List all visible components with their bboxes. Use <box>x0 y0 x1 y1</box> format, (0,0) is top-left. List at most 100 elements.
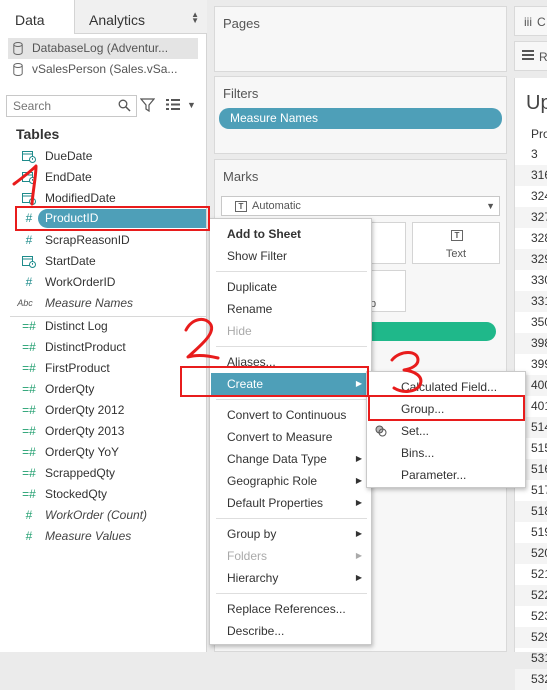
text-button-label: Text <box>445 248 467 260</box>
field-item[interactable]: DueDate <box>0 146 207 167</box>
menu-item-hide: Hide <box>227 324 252 338</box>
field-item[interactable]: =# OrderQty <box>0 379 207 400</box>
measure-hash-icon: =# <box>22 382 36 396</box>
menu-item-convert-measure[interactable]: Convert to Measure <box>211 426 372 448</box>
field-item[interactable]: =# OrderQty YoY <box>0 442 207 463</box>
chevron-down-icon[interactable]: ▼ <box>187 100 196 110</box>
sheet-title: Up <box>526 92 547 114</box>
submenu-item-parameter[interactable]: Parameter... <box>368 464 526 486</box>
field-label: DistinctProduct <box>45 340 126 354</box>
calendar-icon <box>22 193 36 205</box>
hash-icon: # <box>25 275 33 289</box>
field-item[interactable]: =# ScrappedQty <box>0 463 207 484</box>
columns-shelf[interactable]: iii C <box>514 6 547 36</box>
submenu-arrow-icon: ▶ <box>355 573 362 582</box>
field-item[interactable]: =# OrderQty 2012 <box>0 400 207 421</box>
field-item[interactable]: # Measure Values <box>0 526 207 547</box>
tab-analytics-label: Analytics <box>89 12 146 28</box>
submenu-arrow-icon: ▶ <box>355 498 362 507</box>
filter-icon[interactable] <box>140 98 155 112</box>
annotation-box-productid <box>15 206 210 231</box>
field-label: FirstProduct <box>45 361 110 375</box>
field-item[interactable]: =# OrderQty 2013 <box>0 421 207 442</box>
menu-item-show-filter[interactable]: Show Filter <box>211 245 372 267</box>
field-item[interactable]: Abc Measure Names <box>0 293 207 314</box>
menu-separator <box>216 593 367 594</box>
menu-item-change-data-type[interactable]: Change Data Type ▶ <box>211 448 372 470</box>
list-view-icon[interactable] <box>166 99 180 110</box>
rows-icon <box>522 50 534 60</box>
field-item[interactable]: =# StockedQty <box>0 484 207 505</box>
field-label: OrderQty <box>45 382 95 396</box>
field-item[interactable]: =# Distinct Log <box>0 316 207 337</box>
menu-item-geographic-role[interactable]: Geographic Role ▶ <box>211 470 372 492</box>
search-box <box>6 95 137 117</box>
menu-item-add-to-sheet[interactable]: Add to Sheet <box>211 223 372 245</box>
menu-item-default-properties[interactable]: Default Properties ▶ <box>211 492 372 514</box>
database-icon <box>13 63 23 76</box>
columns-label: C <box>537 15 546 29</box>
table-cell: 516 <box>531 462 547 476</box>
tab-analytics[interactable]: Analytics ▲ ▼ <box>75 0 207 34</box>
table-cell: 329 <box>531 252 547 266</box>
field-label: DueDate <box>45 149 93 163</box>
menu-item-hierarchy[interactable]: Hierarchy ▶ <box>211 567 372 589</box>
menu-item-replace-references[interactable]: Replace References... <box>211 598 372 620</box>
menu-item-convert-continuous[interactable]: Convert to Continuous <box>211 404 372 426</box>
field-item[interactable]: =# FirstProduct <box>0 358 207 379</box>
table-cell: 532 <box>531 672 547 686</box>
submenu-item-label: Set... <box>401 424 430 438</box>
marks-type-dropdown[interactable]: T Automatic ▼ <box>221 196 500 216</box>
measure-hash-icon: =# <box>22 340 36 354</box>
menu-item-label: Change Data Type <box>227 452 327 466</box>
menu-item-describe[interactable]: Describe... <box>211 620 372 642</box>
sheet-view[interactable]: Up Pro 3 316 324 327 328 329 330 331 350 398 399 40… <box>514 78 547 690</box>
menu-separator <box>216 518 367 519</box>
sort-arrows-icon[interactable]: ▲ ▼ <box>191 11 199 25</box>
data-source-item[interactable]: DatabaseLog (Adventur... <box>8 38 198 59</box>
pane-tabs: Data Analytics ▲ ▼ <box>0 0 207 34</box>
measure-hash-icon: =# <box>22 319 36 333</box>
submenu-item-bins[interactable]: Bins... <box>368 442 526 464</box>
table-cell: 3 <box>531 147 538 161</box>
table-cell: 398 <box>531 336 547 350</box>
create-submenu: Calculated Field... Group... Set... Bins… <box>366 371 526 488</box>
search-icon[interactable] <box>118 99 131 112</box>
submenu-item-set[interactable]: Set... <box>368 420 526 442</box>
field-item[interactable]: =# DistinctProduct <box>0 337 207 358</box>
text-mark-icon: T <box>235 201 247 212</box>
text-button[interactable]: T Text <box>412 222 500 264</box>
table-cell: 350 <box>531 315 547 329</box>
column-header: Pro <box>531 127 547 141</box>
submenu-arrow-icon: ▶ <box>355 529 362 538</box>
table-cell: 328 <box>531 231 547 245</box>
data-pane: Data Analytics ▲ ▼ DatabaseLog (Adventur.… <box>0 0 207 652</box>
table-cell: 517 <box>531 483 547 497</box>
annotation-box-group <box>368 395 525 421</box>
calendar-icon <box>22 172 36 184</box>
field-label: EndDate <box>45 170 92 184</box>
measure-values-pill[interactable] <box>362 322 496 341</box>
field-item[interactable]: EndDate <box>0 167 207 188</box>
measure-hash-icon: =# <box>22 424 36 438</box>
rows-shelf[interactable]: R <box>514 41 547 71</box>
menu-item-label: Geographic Role <box>227 474 318 488</box>
field-context-menu: Add to Sheet Show Filter Duplicate Renam… <box>209 218 372 645</box>
table-cell: 515 <box>531 441 547 455</box>
field-item[interactable]: # WorkOrder (Count) <box>0 505 207 526</box>
field-item[interactable]: StartDate <box>0 251 207 272</box>
table-cell: 400 <box>531 378 547 392</box>
table-cell: 522 <box>531 588 547 602</box>
field-item[interactable]: # ScrapReasonID <box>0 230 207 251</box>
menu-item-duplicate[interactable]: Duplicate <box>211 276 372 298</box>
pages-shelf[interactable]: Pages <box>214 6 507 72</box>
field-item[interactable]: # WorkOrderID <box>0 272 207 293</box>
search-input[interactable] <box>7 96 117 116</box>
tab-data[interactable]: Data <box>0 0 75 34</box>
menu-item-rename[interactable]: Rename <box>211 298 372 320</box>
field-label: ScrapReasonID <box>45 233 130 247</box>
data-source-item[interactable]: vSalesPerson (Sales.vSa... <box>8 59 198 80</box>
filter-pill-measure-names[interactable]: Measure Names <box>219 108 502 129</box>
field-label: OrderQty 2013 <box>45 424 125 438</box>
menu-item-group-by[interactable]: Group by ▶ <box>211 523 372 545</box>
